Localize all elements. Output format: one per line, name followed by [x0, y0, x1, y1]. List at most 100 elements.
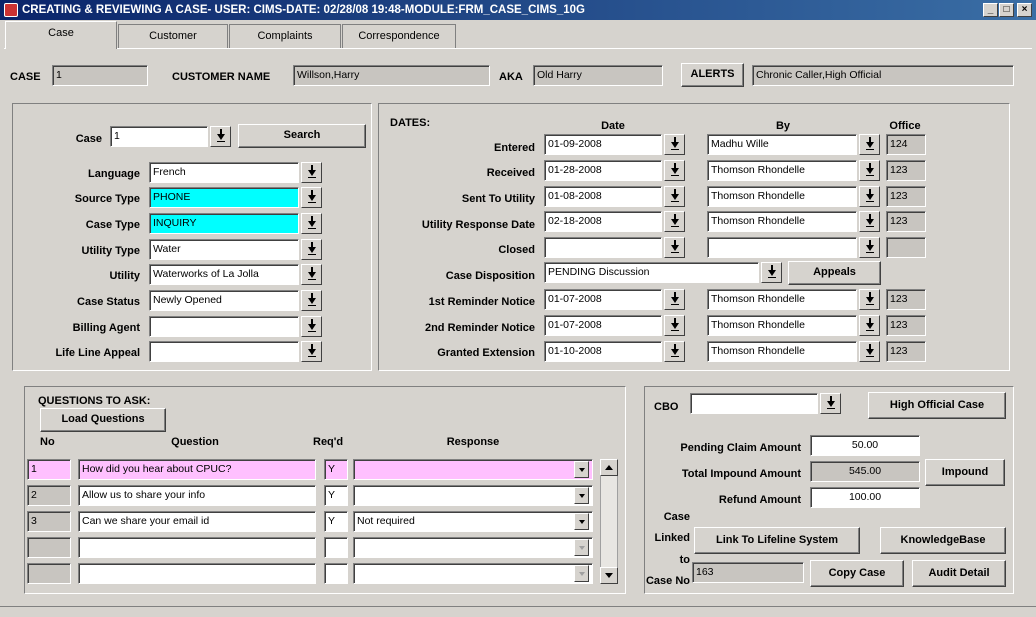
- second-reminder-date-lov-icon[interactable]: [664, 315, 685, 336]
- source-type-lov-icon[interactable]: [301, 187, 322, 208]
- high-official-case-button[interactable]: High Official Case: [868, 392, 1006, 419]
- impound-button[interactable]: Impound: [925, 459, 1005, 486]
- sent-to-utility-by-lov-icon[interactable]: [859, 186, 880, 207]
- question-row-response[interactable]: [353, 459, 593, 480]
- case-input[interactable]: 1: [110, 126, 208, 147]
- tab-customer[interactable]: Customer: [118, 24, 228, 48]
- scroll-down-icon[interactable]: [600, 567, 618, 584]
- case-type-field[interactable]: INQUIRY: [149, 213, 299, 234]
- utility-type-lov-icon[interactable]: [301, 239, 322, 260]
- maximize-icon[interactable]: □: [999, 3, 1014, 17]
- link-to-lifeline-button[interactable]: Link To Lifeline System: [694, 527, 860, 554]
- granted-extension-date-field[interactable]: 01-10-2008: [544, 341, 662, 362]
- case-status-field[interactable]: Newly Opened: [149, 290, 299, 311]
- sent-to-utility-date-lov-icon[interactable]: [664, 186, 685, 207]
- sent-to-utility-by-field[interactable]: Thomson Rhondelle: [707, 186, 857, 207]
- second-reminder-by-field[interactable]: Thomson Rhondelle: [707, 315, 857, 336]
- refund-amount-field[interactable]: 100.00: [810, 487, 920, 508]
- question-row-reqd[interactable]: Y: [324, 459, 348, 480]
- life-line-appeal-lov-icon[interactable]: [301, 341, 322, 362]
- question-row-question[interactable]: Allow us to share your info: [78, 485, 316, 506]
- billing-agent-field[interactable]: [149, 316, 299, 337]
- closed-by-lov-icon[interactable]: [859, 237, 880, 258]
- second-reminder-by-lov-icon[interactable]: [859, 315, 880, 336]
- close-icon[interactable]: ×: [1017, 3, 1032, 17]
- utility-response-date-lov-icon[interactable]: [664, 211, 685, 232]
- scroll-up-icon[interactable]: [600, 459, 618, 476]
- granted-extension-date-lov-icon[interactable]: [664, 341, 685, 362]
- first-reminder-by-field[interactable]: Thomson Rhondelle: [707, 289, 857, 310]
- response-dropdown-icon[interactable]: [574, 461, 589, 478]
- question-row-reqd[interactable]: [324, 537, 348, 558]
- first-reminder-date-field[interactable]: 01-07-2008: [544, 289, 662, 310]
- question-row-question[interactable]: [78, 563, 316, 584]
- response-dropdown-icon[interactable]: [574, 565, 589, 582]
- granted-extension-by-lov-icon[interactable]: [859, 341, 880, 362]
- utility-field[interactable]: Waterworks of La Jolla: [149, 264, 299, 285]
- utility-lov-icon[interactable]: [301, 264, 322, 285]
- question-row-no[interactable]: 3: [27, 511, 71, 532]
- received-by-field[interactable]: Thomson Rhondelle: [707, 160, 857, 181]
- question-row-no[interactable]: 2: [27, 485, 71, 506]
- utility-type-field[interactable]: Water: [149, 239, 299, 260]
- copy-case-button[interactable]: Copy Case: [810, 560, 904, 587]
- tab-correspondence[interactable]: Correspondence: [342, 24, 456, 48]
- case-type-lov-icon[interactable]: [301, 213, 322, 234]
- question-row-response[interactable]: [353, 563, 593, 584]
- billing-agent-lov-icon[interactable]: [301, 316, 322, 337]
- question-row-reqd[interactable]: [324, 563, 348, 584]
- tab-complaints[interactable]: Complaints: [229, 24, 341, 48]
- load-questions-button[interactable]: Load Questions: [40, 408, 166, 432]
- question-row-reqd[interactable]: Y: [324, 511, 348, 532]
- question-row-question[interactable]: [78, 537, 316, 558]
- closed-date-lov-icon[interactable]: [664, 237, 685, 258]
- utility-response-by-lov-icon[interactable]: [859, 211, 880, 232]
- entered-by-lov-icon[interactable]: [859, 134, 880, 155]
- entered-date-lov-icon[interactable]: [664, 134, 685, 155]
- pending-claim-field[interactable]: 50.00: [810, 435, 920, 456]
- audit-detail-button[interactable]: Audit Detail: [912, 560, 1006, 587]
- closed-by-field[interactable]: [707, 237, 857, 258]
- knowledgebase-button[interactable]: KnowledgeBase: [880, 527, 1006, 554]
- question-row-question[interactable]: Can we share your email id: [78, 511, 316, 532]
- question-row-response[interactable]: [353, 537, 593, 558]
- case-lov-icon[interactable]: [210, 126, 231, 147]
- tab-case[interactable]: Case: [5, 21, 117, 49]
- question-row-no[interactable]: [27, 563, 71, 584]
- question-row-response[interactable]: Not required: [353, 511, 593, 532]
- search-button[interactable]: Search: [238, 124, 366, 148]
- received-by-lov-icon[interactable]: [859, 160, 880, 181]
- response-dropdown-icon[interactable]: [574, 539, 589, 556]
- entered-date-field[interactable]: 01-09-2008: [544, 134, 662, 155]
- closed-date-field[interactable]: [544, 237, 662, 258]
- question-row-response[interactable]: [353, 485, 593, 506]
- case-disposition-field[interactable]: PENDING Discussion: [544, 262, 759, 283]
- received-date-lov-icon[interactable]: [664, 160, 685, 181]
- questions-scrollbar[interactable]: [600, 459, 618, 584]
- life-line-appeal-field[interactable]: [149, 341, 299, 362]
- case-status-lov-icon[interactable]: [301, 290, 322, 311]
- question-row-reqd[interactable]: Y: [324, 485, 348, 506]
- minimize-icon[interactable]: _: [983, 3, 998, 17]
- first-reminder-by-lov-icon[interactable]: [859, 289, 880, 310]
- source-type-field[interactable]: PHONE: [149, 187, 299, 208]
- utility-response-date-field[interactable]: 02-18-2008: [544, 211, 662, 232]
- response-dropdown-icon[interactable]: [574, 487, 589, 504]
- language-lov-icon[interactable]: [301, 162, 322, 183]
- alerts-button[interactable]: ALERTS: [681, 63, 744, 87]
- question-row-question[interactable]: How did you hear about CPUC?: [78, 459, 316, 480]
- utility-response-by-field[interactable]: Thomson Rhondelle: [707, 211, 857, 232]
- cbo-field[interactable]: [690, 393, 818, 414]
- question-row-no[interactable]: 1: [27, 459, 71, 480]
- case-disposition-lov-icon[interactable]: [761, 262, 782, 283]
- appeals-button[interactable]: Appeals: [788, 261, 881, 285]
- granted-extension-by-field[interactable]: Thomson Rhondelle: [707, 341, 857, 362]
- cbo-lov-icon[interactable]: [820, 393, 841, 414]
- language-field[interactable]: French: [149, 162, 299, 183]
- entered-by-field[interactable]: Madhu Wille: [707, 134, 857, 155]
- question-row-no[interactable]: [27, 537, 71, 558]
- received-date-field[interactable]: 01-28-2008: [544, 160, 662, 181]
- sent-to-utility-date-field[interactable]: 01-08-2008: [544, 186, 662, 207]
- response-dropdown-icon[interactable]: [574, 513, 589, 530]
- second-reminder-date-field[interactable]: 01-07-2008: [544, 315, 662, 336]
